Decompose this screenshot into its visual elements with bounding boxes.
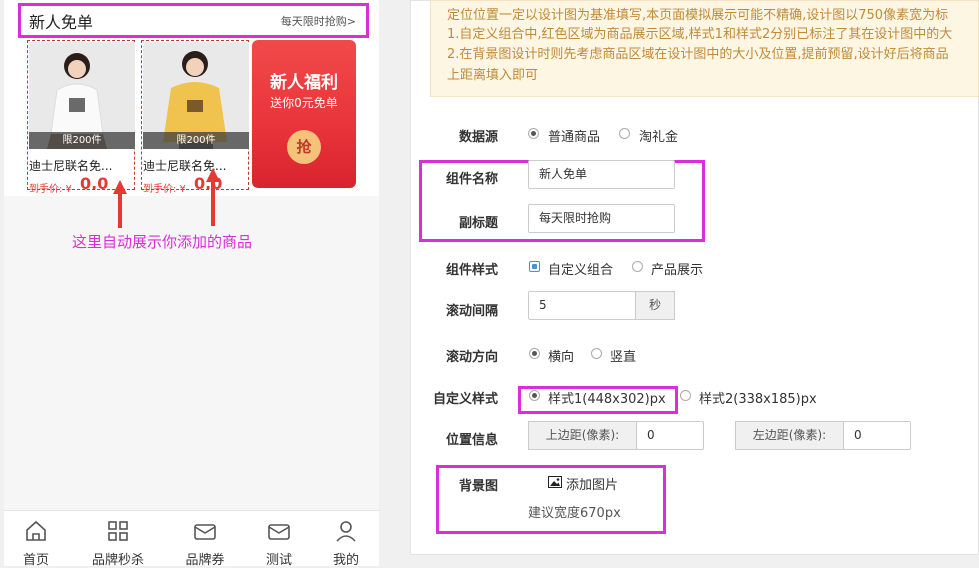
- price-label: 到手价: ¥: [143, 184, 186, 195]
- limit-badge: 限200件: [143, 132, 249, 149]
- component-name-label: 组件名称: [445, 172, 498, 187]
- subtitle-input[interactable]: 每天限时抢购: [528, 204, 675, 233]
- radio-style-1[interactable]: [529, 390, 540, 401]
- notice-box: 定位位置一定以设计图为基准填写,本页面模拟展示可能不精确,设计图以750像素宽为…: [430, 0, 979, 97]
- tab-label: 测试: [265, 553, 292, 568]
- radio-vertical[interactable]: [591, 348, 602, 359]
- grab-button[interactable]: 抢: [287, 130, 321, 164]
- component-subtitle[interactable]: 每天限时抢购>: [281, 13, 356, 29]
- radio-label[interactable]: 普通商品: [548, 126, 600, 145]
- grid-icon: [108, 521, 128, 541]
- scroll-interval-input[interactable]: 5: [528, 291, 636, 320]
- radio-taolijin[interactable]: [619, 128, 630, 139]
- left-margin-addon: 左边距(像素):: [735, 421, 844, 450]
- notice-line: 2.在背景图设计时则先考虑商品区域在设计图中的大小及位置,提前预留,设计好后将商…: [447, 47, 949, 62]
- annotation-text: 这里自动展示你添加的商品: [72, 233, 253, 251]
- left-margin-input[interactable]: 0: [843, 421, 911, 450]
- radio-label[interactable]: 自定义组合: [548, 259, 613, 278]
- scroll-direction-label: 滚动方向: [445, 350, 498, 365]
- home-icon: [26, 520, 46, 541]
- tab-test[interactable]: 测试: [247, 511, 311, 568]
- limit-badge: 限200件: [29, 132, 135, 149]
- interval-unit: 秒: [635, 291, 675, 320]
- image-icon: [548, 476, 562, 488]
- tab-label: 品牌秒杀: [91, 553, 144, 568]
- add-image-label: 添加图片: [566, 478, 619, 493]
- radio-label[interactable]: 产品展示: [651, 259, 703, 278]
- tab-brand-flash[interactable]: 品牌秒杀: [86, 511, 150, 568]
- radio-label[interactable]: 竖直: [610, 346, 636, 365]
- radio-horizontal[interactable]: [529, 348, 540, 359]
- tab-mine[interactable]: 我的: [314, 511, 378, 568]
- tab-brand-coupon[interactable]: 品牌券: [173, 511, 237, 568]
- radio-label[interactable]: 横向: [548, 346, 574, 365]
- price-value: 0.0: [80, 174, 109, 193]
- notice-line: 1.自定义组合中,红色区域为商品展示区域,样式1和样式2分别已标注了其在设计图中…: [447, 27, 953, 42]
- radio-product-display[interactable]: [632, 261, 643, 272]
- position-label: 位置信息: [445, 433, 498, 448]
- datasource-label: 数据源: [458, 130, 498, 145]
- product-card[interactable]: 限200件 迪士尼联名免... 到手价: ¥ 0.0: [141, 40, 249, 195]
- coupon-icon: [268, 524, 290, 540]
- arrow-up-icon: [113, 180, 127, 228]
- promo-subtitle: 送你0元免单: [270, 96, 338, 110]
- arrow-up-icon: [206, 168, 220, 226]
- tab-label: 品牌券: [185, 553, 225, 568]
- subtitle-label: 副标题: [458, 216, 498, 231]
- coupon-icon: [194, 524, 216, 540]
- background-hint: 建议宽度670px: [528, 506, 621, 521]
- notice-line: 定位位置一定以设计图为基准填写,本页面模拟展示可能不精确,设计图以750像素宽为…: [447, 8, 949, 23]
- component-name-input[interactable]: 新人免单: [528, 160, 675, 189]
- component-style-label: 组件样式: [445, 263, 498, 278]
- product-card[interactable]: 限200件 迪士尼联名免... 到手价: ¥ 0.0: [27, 40, 135, 195]
- promo-banner[interactable]: 新人福利 送你0元免单 抢: [252, 40, 356, 188]
- product-name: 迪士尼联名免...: [29, 159, 113, 173]
- custom-style-label: 自定义样式: [432, 392, 498, 407]
- top-margin-addon: 上边距(像素):: [528, 421, 637, 450]
- promo-title: 新人福利: [270, 73, 338, 93]
- bottom-tabbar: 首页 品牌秒杀 品牌券 测试 我的: [4, 510, 379, 568]
- price-label: 到手价: ¥: [29, 184, 72, 195]
- tab-home[interactable]: 首页: [4, 511, 68, 568]
- top-margin-input[interactable]: 0: [636, 421, 704, 450]
- notice-line: 上距离填入即可: [447, 68, 539, 83]
- scroll-interval-label: 滚动间隔: [445, 304, 498, 319]
- radio-label[interactable]: 样式2(338x185)px: [699, 388, 817, 407]
- radio-common-goods[interactable]: [528, 128, 539, 139]
- user-icon: [336, 521, 356, 542]
- tab-label: 我的: [332, 553, 359, 568]
- product-name: 迪士尼联名免...: [143, 159, 227, 173]
- radio-label[interactable]: 淘礼金: [639, 126, 678, 145]
- component-title: 新人免单: [29, 13, 94, 32]
- radio-label[interactable]: 样式1(448x302)px: [548, 388, 666, 407]
- tab-label: 首页: [22, 553, 49, 568]
- component-header: 新人免单 每天限时抢购>: [18, 3, 369, 38]
- radio-custom-combo[interactable]: [529, 261, 540, 272]
- background-label: 背景图: [458, 479, 498, 494]
- radio-style-2[interactable]: [680, 390, 691, 401]
